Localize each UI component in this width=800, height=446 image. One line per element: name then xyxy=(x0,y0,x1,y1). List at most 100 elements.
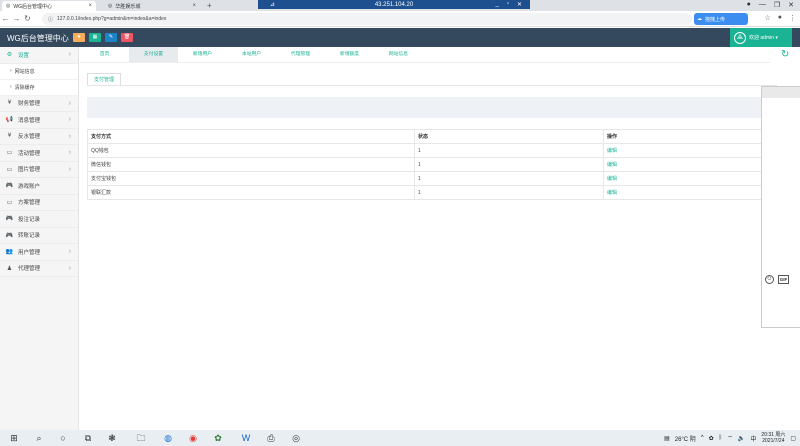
close-icon[interactable]: ✕ xyxy=(517,1,522,8)
pin-icon[interactable]: ⊿ xyxy=(270,1,275,8)
app-header: WG后台管理中心 ★ ▦ ✎ 🗑 xyxy=(0,28,800,47)
cell-method: 微信钱包 xyxy=(87,157,415,172)
browser-tab-casino[interactable]: ◎ 华胜娱乐城 × xyxy=(104,1,200,11)
restore-icon[interactable]: ❐ xyxy=(774,1,780,9)
sidebar-item-label: 代理管理 xyxy=(18,266,41,273)
close-icon[interactable]: × xyxy=(192,3,196,9)
task-view-icon[interactable]: ⧉ xyxy=(82,432,94,444)
star-icon[interactable]: ☆ xyxy=(764,14,770,22)
tab-new-quota[interactable]: 新增额度 xyxy=(325,47,374,62)
grid-button[interactable]: ▦ xyxy=(89,33,101,42)
payment-table: 支付方式 状态 操作 QQ钱包 1 编辑 微信钱包 1 编辑 支付宝钱包 1 编… xyxy=(87,129,777,200)
file-explorer-icon[interactable]: 🗀 xyxy=(135,432,147,444)
tab-new-users[interactable]: 新增用户 xyxy=(178,47,227,62)
forward-icon[interactable]: → xyxy=(11,14,22,23)
clock[interactable]: 20:31 周六 2021/7/24 xyxy=(761,432,785,444)
sidebar-item-images[interactable]: ▭ 图片管理 › xyxy=(0,162,78,178)
chevron-up-icon[interactable]: ^ xyxy=(701,435,704,441)
sidebar-subitem-site-info[interactable]: › 网站信息 xyxy=(0,63,78,80)
star-button[interactable]: ★ xyxy=(73,33,85,42)
sidebar-item-bet-records[interactable]: 🎮 投注记录 xyxy=(0,211,78,228)
wechat-icon[interactable]: ✿ xyxy=(212,432,224,444)
chevron-right-icon: › xyxy=(68,51,71,59)
menu-icon[interactable]: ⋮ xyxy=(789,14,796,22)
user-menu[interactable]: ⟁ 欢迎 admin ▾ xyxy=(730,28,792,47)
sidebar-item-users[interactable]: 👥 用户管理 › xyxy=(0,244,78,261)
tab-payment-management[interactable]: 支付管理 xyxy=(87,73,121,85)
tab-site-users[interactable]: 本站用户 xyxy=(227,47,276,62)
close-icon[interactable]: × xyxy=(88,3,92,9)
app-icon[interactable]: ❃ xyxy=(106,432,118,444)
sidebar-item-messages[interactable]: 📢 消息管理 › xyxy=(0,112,78,129)
sidebar-item-transfer-records[interactable]: 🎮 转账记录 xyxy=(0,228,78,244)
chevron-right-icon: › xyxy=(68,149,71,157)
word-icon[interactable]: W xyxy=(240,432,252,444)
yen-icon: ¥ xyxy=(7,100,12,107)
sidebar-item-label: 投注记录 xyxy=(18,216,41,223)
edit-link[interactable]: 编辑 xyxy=(603,185,777,200)
restore-icon[interactable]: ▫ xyxy=(507,1,509,8)
close-icon[interactable]: ✕ xyxy=(788,1,794,9)
bluetooth-icon[interactable]: ᛒ xyxy=(719,435,723,441)
search-icon[interactable]: ⌕ xyxy=(33,432,45,444)
sidebar-item-activities[interactable]: ▭ 活动管理 › xyxy=(0,145,78,162)
filter-bar xyxy=(87,97,777,118)
news-icon[interactable]: ▤ xyxy=(664,435,670,442)
app-icon[interactable]: ◎ xyxy=(290,432,302,444)
tab-home[interactable]: 首页 xyxy=(80,47,129,62)
monitor-icon: ▭ xyxy=(6,150,13,157)
sidebar-item-finance[interactable]: ¥ 财务管理 › xyxy=(0,96,78,112)
reload-icon[interactable]: ↻ xyxy=(22,14,33,23)
wechat-tray-icon[interactable]: ✿ xyxy=(709,435,714,442)
page-tabs: 首页 支付设置 新增用户 本站用户 代理管理 新增额度 网站信息 xyxy=(80,47,770,63)
delete-button[interactable]: 🗑 xyxy=(121,33,133,42)
url-field[interactable]: ⓘ 127.0.0.1/index.php?g=admin&m=index&a=… xyxy=(42,13,692,25)
volume-icon[interactable]: 🔈 xyxy=(738,435,745,442)
chrome-icon[interactable]: ◉ xyxy=(187,432,199,444)
divider xyxy=(87,85,777,86)
edit-link[interactable]: 编辑 xyxy=(603,171,777,186)
cell-method: QQ钱包 xyxy=(87,143,415,158)
windows-start-icon[interactable]: ⊞ xyxy=(8,432,20,444)
cortana-icon[interactable]: ○ xyxy=(57,432,69,444)
edit-link[interactable]: 编辑 xyxy=(603,157,777,172)
sidebar-item-rebate[interactable]: ¥ 反水管理 › xyxy=(0,129,78,145)
sidebar-item-agents[interactable]: ♟ 代理管理 › xyxy=(0,261,78,277)
sidebar-item-settings[interactable]: ⚙ 设置 › xyxy=(0,47,78,64)
emoji-icon[interactable]: ☺ xyxy=(765,275,774,284)
gif-icon[interactable]: GIF xyxy=(778,275,789,284)
minimize-icon[interactable]: _ xyxy=(495,1,498,8)
sidebar: ⚙ 设置 › › 网站信息 › 清除缓存 ¥ 财务管理 › 📢 消息管理 › ¥… xyxy=(0,47,79,430)
sidebar-subitem-clear-cache[interactable]: › 清除缓存 xyxy=(0,79,78,96)
sidebar-item-game-accounts[interactable]: 🎮 游戏账户 xyxy=(0,178,78,195)
minimize-icon[interactable]: — xyxy=(759,1,766,9)
notification-icon[interactable]: ▢ xyxy=(790,435,796,442)
chevron-right-icon: › xyxy=(68,248,71,256)
edit-link[interactable]: 编辑 xyxy=(603,143,777,158)
tab-agents[interactable]: 代理管理 xyxy=(276,47,325,62)
address-bar-actions: ☆ ● ⋮ xyxy=(764,14,796,22)
remote-host: 43.251.104.20 xyxy=(374,1,414,8)
remote-desktop-icon[interactable]: ⎙ xyxy=(265,432,277,444)
tab-payment-settings[interactable]: 支付设置 xyxy=(129,47,178,62)
tab-site-info[interactable]: 网站信息 xyxy=(374,47,423,62)
refresh-icon[interactable]: ↻ xyxy=(781,49,789,60)
gear-icon: ⚙ xyxy=(6,52,13,59)
tab-title: 华胜娱乐城 xyxy=(115,3,141,10)
ime-icon[interactable]: 中 xyxy=(750,434,756,443)
sidebar-item-plans[interactable]: ▭ 方案管理 xyxy=(0,195,78,211)
edge-icon[interactable]: ◍ xyxy=(162,432,174,444)
info-icon[interactable]: ⓘ xyxy=(48,16,53,23)
back-icon[interactable]: ← xyxy=(0,14,11,23)
bullet-icon: › xyxy=(10,68,12,74)
upload-button[interactable]: ☁ 拖拽上传 xyxy=(694,13,748,25)
browser-tab-admin[interactable]: ◎ WG后台管理中心 × xyxy=(2,1,96,11)
profile-icon[interactable]: ● xyxy=(778,14,782,22)
profile-icon[interactable]: ● xyxy=(747,1,751,9)
column-header-method: 支付方式 xyxy=(87,129,415,144)
sidebar-item-label: 清除缓存 xyxy=(14,84,35,91)
new-tab-button[interactable]: + xyxy=(207,1,212,10)
network-icon[interactable]: ⌔ xyxy=(727,434,733,442)
edit-button[interactable]: ✎ xyxy=(105,33,117,42)
weather-label[interactable]: 26°C 阴 xyxy=(675,434,696,443)
